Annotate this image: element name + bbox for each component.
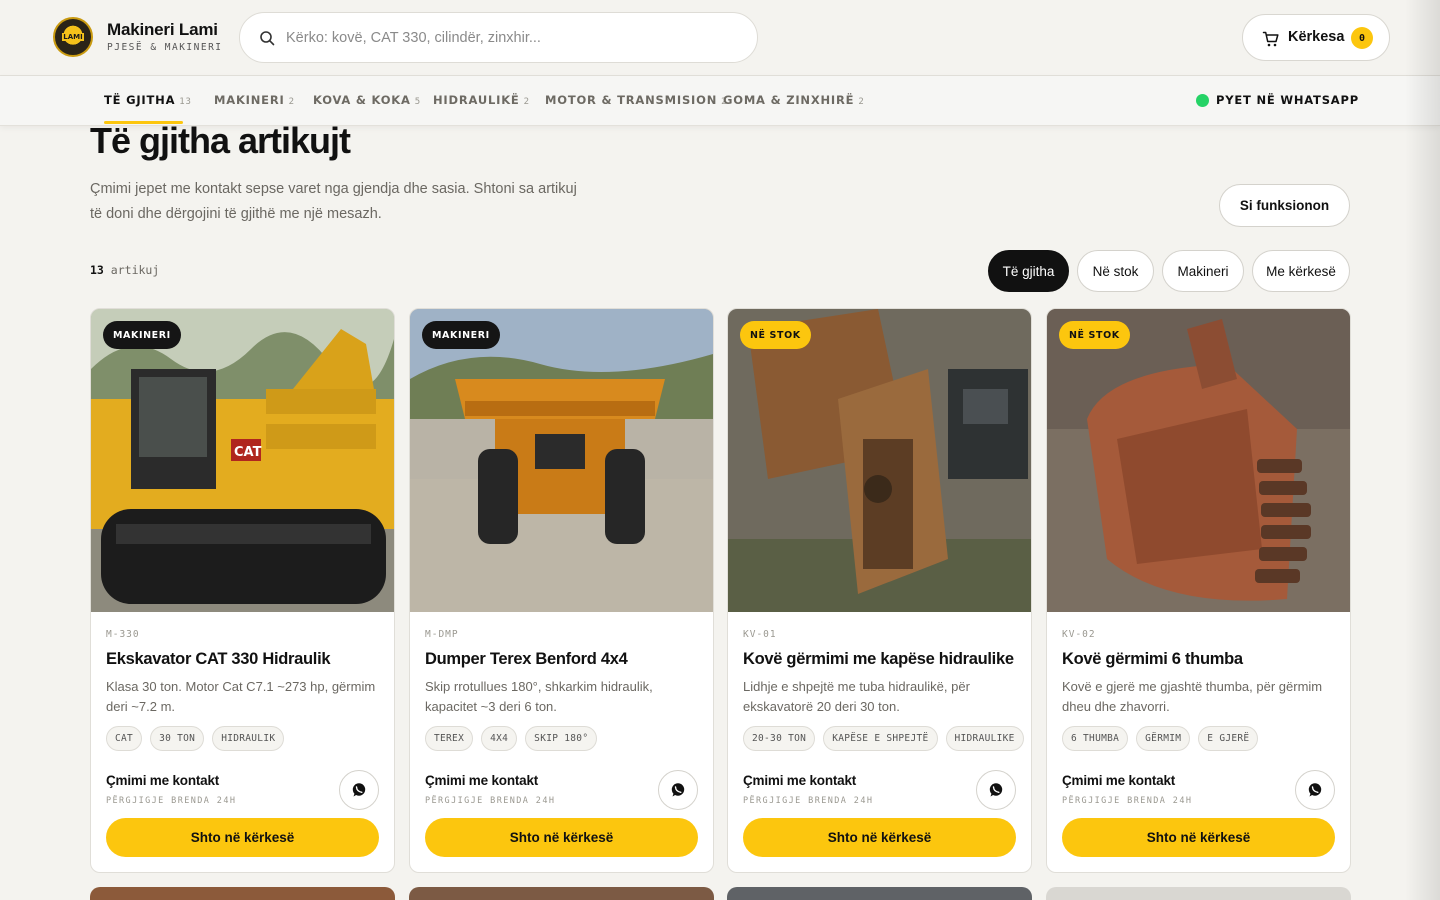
filter-makineri[interactable]: Makineri [1162, 250, 1244, 292]
item-count: 13 artikuj [90, 263, 160, 277]
whatsapp-icon [1196, 93, 1209, 107]
product-card[interactable]: NË STOK KV-02 Kovë gërmimi 6 thumba Kovë… [1046, 308, 1351, 873]
product-chips: 6 THUMBA GËRMIM E GJERË [1062, 726, 1259, 751]
nav-item-goma-zinxhire[interactable]: GOMA & ZINXHIRË 2 [723, 93, 865, 107]
nav-active-indicator [104, 121, 183, 124]
product-badge: NË STOK [740, 321, 811, 349]
product-description: Lidhje e shpejtë me tuba hidraulikë, për… [743, 679, 970, 714]
how-it-works-button[interactable]: Si funksionon [1219, 184, 1350, 227]
filter-me-kerkese[interactable]: Me kërkesë [1252, 250, 1350, 292]
nav-item-makineri[interactable]: MAKINERI 2 [214, 93, 295, 107]
product-badge: MAKINERI [422, 321, 500, 349]
product-chip: HIDRAULIKE [945, 726, 1024, 751]
nav-item-te-gjitha[interactable]: TË GJITHA 13 [104, 93, 192, 107]
whatsapp-icon [1308, 783, 1322, 797]
nav-item-hidraulike[interactable]: HIDRAULIKË 2 [433, 93, 530, 107]
product-description: Skip rrotullues 180°, shkarkim hidraulik… [425, 679, 653, 714]
nav-item-kova-koka[interactable]: KOVA & KOKA 5 [313, 93, 421, 107]
product-chip: TEREX [425, 726, 474, 751]
product-sku: KV-01 [743, 629, 777, 640]
product-chip: 30 TON [150, 726, 205, 751]
whatsapp-button[interactable] [1295, 770, 1335, 810]
add-to-request-button[interactable]: Shto në kërkesë [425, 818, 698, 857]
whatsapp-nav-link[interactable]: PYET NË WHATSAPP [1196, 93, 1359, 107]
add-to-request-button[interactable]: Shto në kërkesë [743, 818, 1016, 857]
add-to-request-button[interactable]: Shto në kërkesë [106, 818, 379, 857]
product-chip: 20-30 TON [743, 726, 816, 751]
product-chip: E GJERË [1198, 726, 1259, 751]
product-image-bucket-6-teeth [1047, 309, 1350, 612]
product-chips: CAT 30 TON HIDRAULIK [106, 726, 285, 751]
product-title[interactable]: Kovë gërmimi me kapëse hidraulike [743, 650, 1014, 669]
brand-logo[interactable]: LAMI [53, 17, 93, 57]
product-sku: M-DMP [425, 629, 459, 640]
category-nav: TË GJITHA 13 MAKINERI 2 KOVA & KOKA 5 HIDRA… [0, 76, 1440, 126]
response-time: PËRGJIGJE BRENDA 24H [1062, 796, 1193, 806]
product-image-bucket-coupler [728, 309, 1031, 612]
response-time: PËRGJIGJE BRENDA 24H [106, 796, 237, 806]
add-to-request-button[interactable]: Shto në kërkesë [1062, 818, 1335, 857]
whatsapp-icon [671, 783, 685, 797]
cart-button[interactable]: Kërkesa 0 [1242, 14, 1390, 61]
product-description: Kovë e gjerë me gjashtë thumba, për gërm… [1062, 679, 1323, 714]
filter-te-gjitha[interactable]: Të gjitha [988, 250, 1069, 292]
whatsapp-nav-label: PYET NË WHATSAPP [1216, 93, 1359, 107]
product-card[interactable]: NË STOK KV-01 Kovë gërmimi me kapëse hid… [727, 308, 1032, 873]
product-chip: CAT [106, 726, 143, 751]
product-chip: SKIP 180° [525, 726, 598, 751]
product-title[interactable]: Ekskavator CAT 330 Hidraulik [106, 650, 331, 669]
page-description: Çmimi jepet me kontakt sepse varet nga g… [90, 181, 577, 222]
search-box[interactable] [239, 12, 758, 63]
product-price: Çmimi me kontakt [425, 773, 539, 788]
cart-icon [1262, 31, 1279, 47]
product-chip: 6 THUMBA [1062, 726, 1129, 751]
product-chips: TEREX 4X4 SKIP 180° [425, 726, 598, 751]
whatsapp-button[interactable] [976, 770, 1016, 810]
product-badge: NË STOK [1059, 321, 1130, 349]
product-chip: HIDRAULIK [212, 726, 285, 751]
product-sku: M-330 [106, 629, 140, 640]
scroll-edge-shadow [1405, 0, 1440, 900]
product-price: Çmimi me kontakt [743, 773, 857, 788]
product-title[interactable]: Dumper Terex Benford 4x4 [425, 650, 628, 669]
product-card-partial[interactable] [90, 887, 395, 900]
product-card-partial[interactable] [409, 887, 714, 900]
product-chips: 20-30 TON KAPËSE E SHPEJTË HIDRAULIKE [743, 726, 1024, 751]
product-chip: 4X4 [481, 726, 518, 751]
brand-name[interactable]: Makineri Lami [107, 20, 218, 40]
product-description: Klasa 30 ton. Motor Cat C7.1 ~273 hp, gë… [106, 679, 376, 714]
search-input[interactable] [286, 23, 736, 53]
search-icon [260, 31, 275, 46]
product-card[interactable]: MAKINERI M-DMP Dumper Terex Benford 4x4 … [409, 308, 714, 873]
page-title: Të gjitha artikujt [90, 120, 351, 161]
product-card-partial[interactable] [1046, 887, 1351, 900]
whatsapp-button[interactable] [658, 770, 698, 810]
product-card[interactable]: CAT MAKINERI M-330 Ekskavator CAT 330 Hi… [90, 308, 395, 873]
cart-count-badge: 0 [1351, 27, 1373, 49]
product-price: Çmimi me kontakt [1062, 773, 1176, 788]
product-chip: KAPËSE E SHPEJTË [823, 726, 938, 751]
svg-text:CAT: CAT [234, 445, 262, 460]
product-sku: KV-02 [1062, 629, 1096, 640]
nav-item-motor-transmision[interactable]: MOTOR & TRANSMISION 2 [545, 93, 727, 107]
response-time: PËRGJIGJE BRENDA 24H [425, 796, 556, 806]
product-image-excavator: CAT [91, 309, 394, 612]
filter-ne-stok[interactable]: Në stok [1077, 250, 1154, 292]
product-card-partial[interactable] [727, 887, 1032, 900]
response-time: PËRGJIGJE BRENDA 24H [743, 796, 874, 806]
top-header: LAMI Makineri Lami PJESË & MAKINERI Kërk… [0, 0, 1440, 76]
product-title[interactable]: Kovë gërmimi 6 thumba [1062, 650, 1243, 669]
brand-tagline: PJESË & MAKINERI [107, 42, 223, 53]
product-badge: MAKINERI [103, 321, 181, 349]
product-chip: GËRMIM [1136, 726, 1191, 751]
cart-label: Kërkesa [1288, 29, 1345, 45]
whatsapp-icon [989, 783, 1003, 797]
whatsapp-button[interactable] [339, 770, 379, 810]
whatsapp-icon [352, 783, 366, 797]
product-image-dumper [410, 309, 713, 612]
product-price: Çmimi me kontakt [106, 773, 220, 788]
